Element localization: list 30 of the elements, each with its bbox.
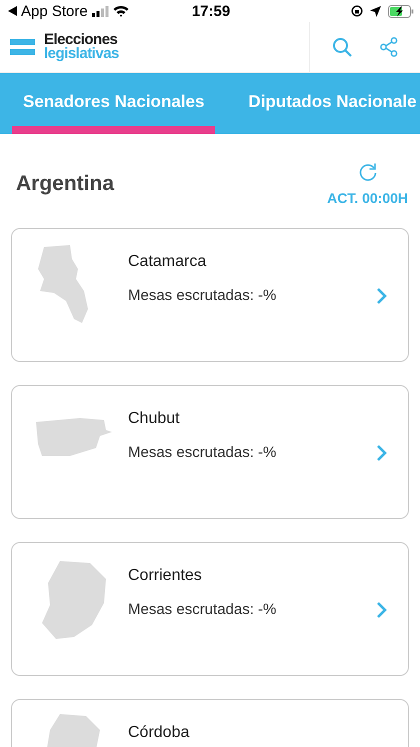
- update-time: ACT. 00:00H: [327, 190, 408, 206]
- logo-bars-icon: [10, 37, 35, 57]
- region-title: Argentina: [16, 172, 114, 196]
- back-label[interactable]: App Store: [21, 2, 88, 20]
- tables-counted: Mesas escrutadas: -%: [128, 601, 278, 618]
- battery-icon: [388, 4, 414, 18]
- signal-icon: [92, 6, 109, 16]
- chevron-icon[interactable]: [376, 287, 388, 305]
- logo-subtitle: legislativas: [44, 47, 119, 61]
- refresh-icon[interactable]: [358, 162, 378, 182]
- share-icon[interactable]: [380, 37, 398, 57]
- location-icon: [370, 6, 381, 16]
- tables-counted: Mesas escrutadas: -%: [128, 287, 278, 304]
- back-icon[interactable]: [8, 6, 17, 16]
- tables-counted: Mesas escrutadas: -%: [128, 444, 278, 461]
- province-name: Corrientes: [128, 567, 203, 585]
- wifi-icon: [112, 5, 129, 17]
- province-name: Catamarca: [128, 253, 208, 271]
- province-name: Chubut: [128, 410, 181, 428]
- chevron-icon[interactable]: [376, 601, 388, 619]
- chevron-icon[interactable]: [376, 444, 388, 462]
- province-card[interactable]: Corrientes Mesas escrutadas: -%: [11, 542, 409, 676]
- province-card[interactable]: Catamarca Mesas escrutadas: -%: [11, 228, 409, 362]
- clock: 17:59: [192, 2, 230, 20]
- search-icon[interactable]: [332, 37, 352, 57]
- orientation-lock-icon: [351, 5, 363, 17]
- province-card[interactable]: Córdoba: [11, 699, 409, 747]
- province-card[interactable]: Chubut Mesas escrutadas: -%: [11, 385, 409, 519]
- province-name: Córdoba: [128, 724, 190, 742]
- logo-title: Elecciones: [44, 33, 118, 47]
